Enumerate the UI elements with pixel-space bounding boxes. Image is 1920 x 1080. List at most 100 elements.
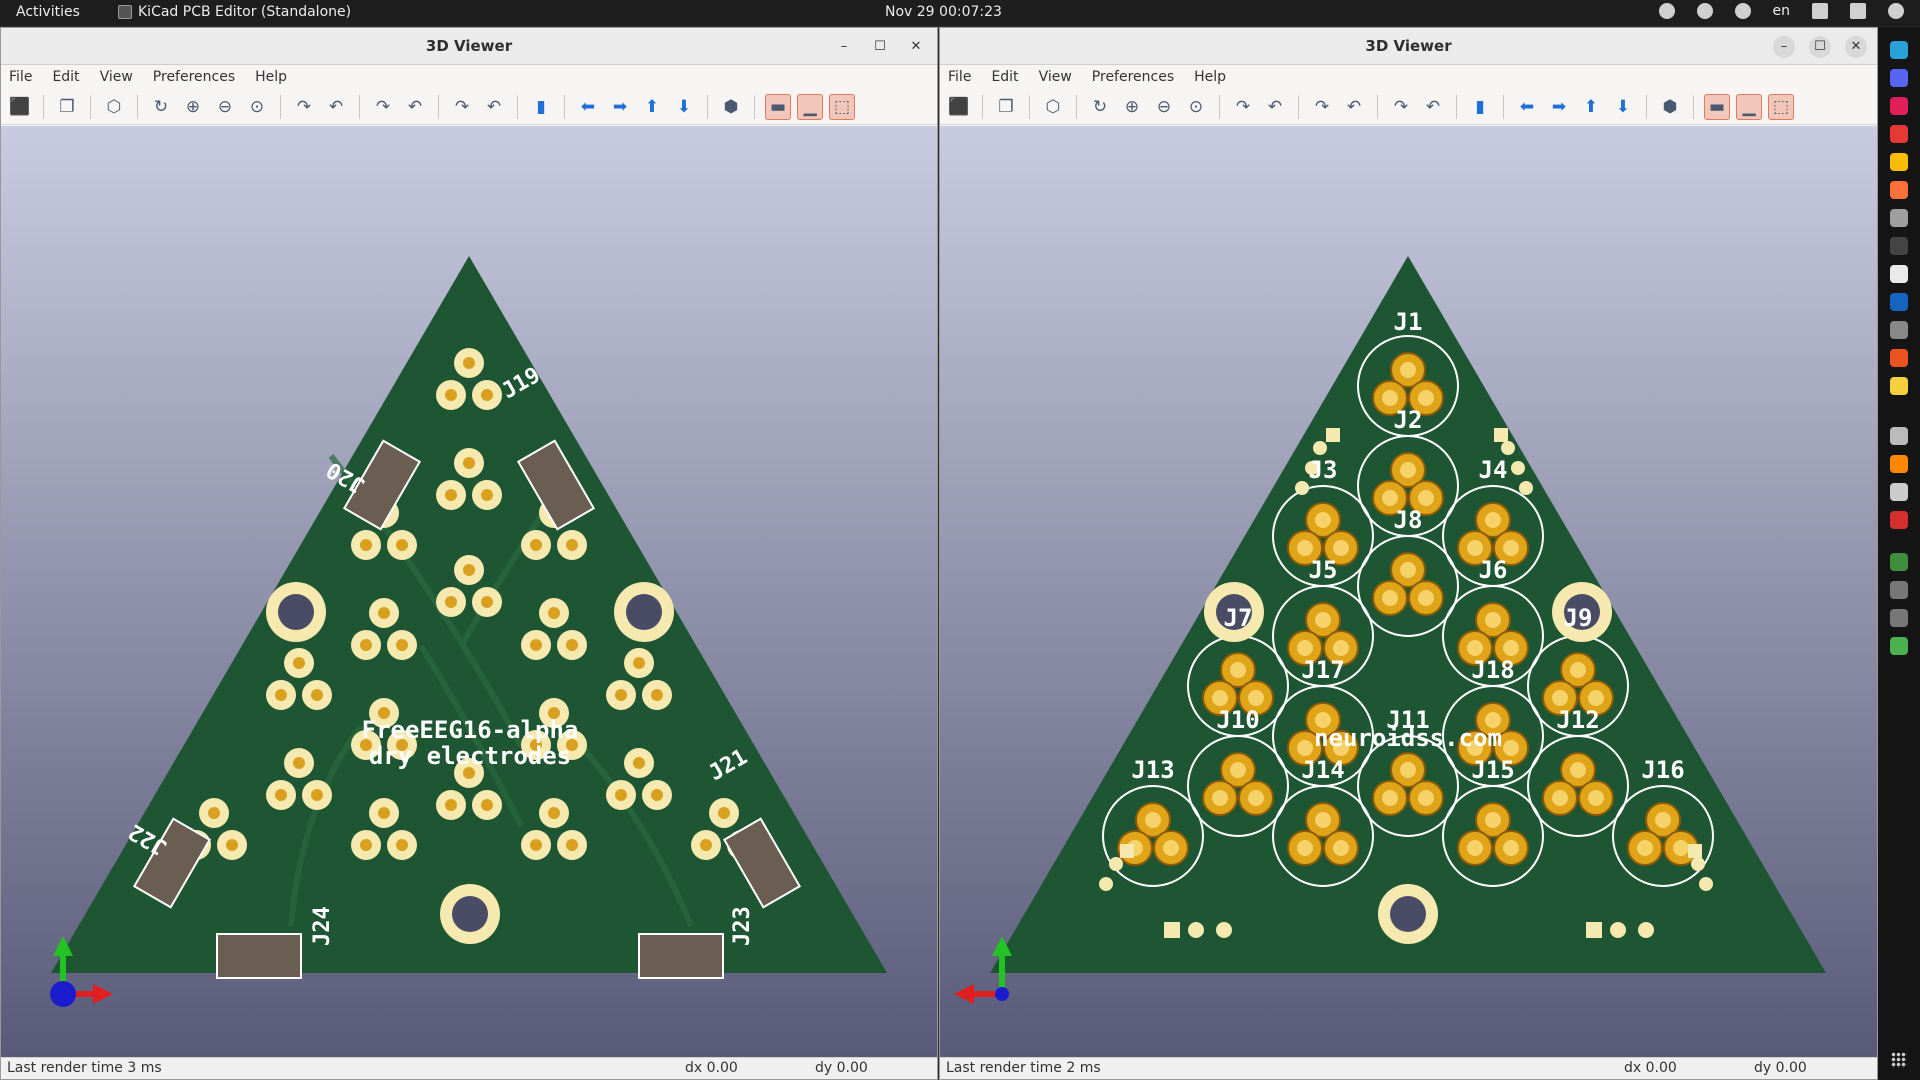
minimize-icon[interactable]: – xyxy=(833,36,855,58)
disk-icon[interactable] xyxy=(1890,483,1908,501)
3d-viewport[interactable]: J1 J2 J3 J4 J8 J5 J6 J7 J9 J17 J18 J10 J11 J12 J13 J14 J… xyxy=(940,126,1877,1059)
menu-file[interactable]: File xyxy=(948,69,971,85)
ortho-icon[interactable]: ⬢ xyxy=(1657,94,1683,120)
menu-view[interactable]: View xyxy=(100,69,133,85)
zoom-in-icon[interactable]: ⊕ xyxy=(1119,94,1145,120)
rotate-z-ccw-icon[interactable]: ↶ xyxy=(1420,94,1446,120)
show-apps-icon[interactable] xyxy=(1891,1052,1907,1068)
menu-help[interactable]: Help xyxy=(1194,69,1226,85)
render-realistic-icon[interactable]: ▬ xyxy=(765,93,791,120)
files-icon[interactable] xyxy=(1890,209,1908,227)
refresh-icon[interactable]: ↻ xyxy=(1087,94,1113,120)
language-indicator[interactable]: en xyxy=(1773,3,1791,19)
minimize-icon[interactable]: – xyxy=(1773,35,1795,58)
settings-icon[interactable] xyxy=(1890,321,1908,339)
rotate-z-cw-icon[interactable]: ↷ xyxy=(1388,94,1414,120)
copy-icon[interactable]: ❐ xyxy=(54,94,80,120)
maximize-icon[interactable]: ☐ xyxy=(869,36,891,58)
menu-preferences[interactable]: Preferences xyxy=(1092,69,1174,85)
trash-icon[interactable] xyxy=(1890,637,1908,655)
terminal-icon[interactable] xyxy=(1890,237,1908,255)
electrode-label: J16 xyxy=(1641,756,1684,784)
zoom-in-icon[interactable]: ⊕ xyxy=(180,94,206,120)
rotate-x-ccw-icon[interactable]: ↶ xyxy=(1262,94,1288,120)
window-icon[interactable] xyxy=(1890,609,1908,627)
clock[interactable]: Nov 29 00:07:23 xyxy=(885,4,1002,20)
browser-tray-icon[interactable] xyxy=(1734,3,1751,19)
move-down-icon[interactable]: ⬇ xyxy=(671,94,697,120)
telegram-icon[interactable] xyxy=(1890,41,1908,59)
pcbnew-active-icon[interactable] xyxy=(1890,553,1908,571)
export-icon[interactable]: ⬛ xyxy=(7,94,33,120)
electrode-pad-center xyxy=(481,489,493,501)
calculator-icon[interactable] xyxy=(1890,427,1908,445)
rotate-y-cw-icon[interactable]: ↷ xyxy=(370,94,396,120)
rotate-y-ccw-icon[interactable]: ↶ xyxy=(1341,94,1367,120)
firefox-icon[interactable] xyxy=(1890,181,1908,199)
render-bbox-icon[interactable]: ⬚ xyxy=(829,93,855,120)
chrome-icon[interactable] xyxy=(1890,153,1908,171)
menu-edit[interactable]: Edit xyxy=(991,69,1018,85)
zoom-fit-icon[interactable]: ⊙ xyxy=(1183,94,1209,120)
flip-board-icon[interactable]: ▮ xyxy=(528,94,554,120)
slack-icon[interactable] xyxy=(1890,97,1908,115)
move-up-icon[interactable]: ⬆ xyxy=(639,94,665,120)
window-title-bar[interactable]: 3D Viewer – ☐ ✕ xyxy=(1,28,937,65)
app-menu[interactable]: KiCad PCB Editor (Standalone) xyxy=(118,4,351,20)
3d-box-icon[interactable]: ⬡ xyxy=(101,94,127,120)
move-up-icon[interactable]: ⬆ xyxy=(1578,94,1604,120)
text-editor-icon[interactable] xyxy=(1890,265,1908,283)
rotate-x-cw-icon[interactable]: ↷ xyxy=(1230,94,1256,120)
zoom-fit-icon[interactable]: ⊙ xyxy=(244,94,270,120)
3d-box-icon[interactable]: ⬡ xyxy=(1040,94,1066,120)
ortho-icon[interactable]: ⬢ xyxy=(718,94,744,120)
discord-icon[interactable] xyxy=(1890,69,1908,87)
render-bbox-icon[interactable]: ⬚ xyxy=(1768,93,1794,120)
move-right-icon[interactable]: ➡ xyxy=(1546,94,1572,120)
window-title-bar[interactable]: 3D Viewer – ☐ ✕ xyxy=(940,28,1877,65)
menu-file[interactable]: File xyxy=(9,69,32,85)
rotate-x-cw-icon[interactable]: ↷ xyxy=(291,94,317,120)
rotate-y-cw-icon[interactable]: ↷ xyxy=(1309,94,1335,120)
menu-preferences[interactable]: Preferences xyxy=(153,69,235,85)
export-icon[interactable]: ⬛ xyxy=(946,94,972,120)
volume-icon[interactable] xyxy=(1850,3,1866,19)
rotate-y-ccw-icon[interactable]: ↶ xyxy=(402,94,428,120)
refresh-icon[interactable]: ↻ xyxy=(148,94,174,120)
rotate-x-ccw-icon[interactable]: ↶ xyxy=(323,94,349,120)
network-icon[interactable] xyxy=(1812,3,1828,19)
move-left-icon[interactable]: ⬅ xyxy=(1514,94,1540,120)
yandex-icon[interactable] xyxy=(1890,125,1908,143)
close-icon[interactable]: ✕ xyxy=(1845,35,1867,58)
slack-icon[interactable] xyxy=(1696,3,1713,19)
discord-icon[interactable] xyxy=(1658,3,1675,19)
render-realistic-icon[interactable]: ▬ xyxy=(1704,93,1730,120)
gimp-icon[interactable] xyxy=(1890,377,1908,395)
close-icon[interactable]: ✕ xyxy=(905,36,927,58)
move-left-icon[interactable]: ⬅ xyxy=(575,94,601,120)
zoom-out-icon[interactable]: ⊖ xyxy=(212,94,238,120)
electrode-label: J6 xyxy=(1479,556,1508,584)
activities-button[interactable]: Activities xyxy=(16,4,80,20)
flip-board-icon[interactable]: ▮ xyxy=(1467,94,1493,120)
zoom-out-icon[interactable]: ⊖ xyxy=(1151,94,1177,120)
window-icon[interactable] xyxy=(1890,581,1908,599)
menu-help[interactable]: Help xyxy=(255,69,287,85)
3d-viewport[interactable]: FreeEEG16-alpha dry electrodes J19 J20 J… xyxy=(1,126,937,1059)
menu-view[interactable]: View xyxy=(1039,69,1072,85)
render-opengl-icon[interactable]: ▁ xyxy=(797,93,823,120)
menu-edit[interactable]: Edit xyxy=(52,69,79,85)
vlc-icon[interactable] xyxy=(1890,455,1908,473)
rotate-z-cw-icon[interactable]: ↷ xyxy=(449,94,475,120)
electrode-pad-center xyxy=(378,807,390,819)
kicad-icon[interactable] xyxy=(1890,293,1908,311)
software-icon[interactable] xyxy=(1890,349,1908,367)
move-down-icon[interactable]: ⬇ xyxy=(1610,94,1636,120)
power-icon[interactable] xyxy=(1888,3,1904,19)
pdf-icon[interactable] xyxy=(1890,511,1908,529)
render-opengl-icon[interactable]: ▁ xyxy=(1736,93,1762,120)
rotate-z-ccw-icon[interactable]: ↶ xyxy=(481,94,507,120)
move-right-icon[interactable]: ➡ xyxy=(607,94,633,120)
copy-icon[interactable]: ❐ xyxy=(993,94,1019,120)
maximize-icon[interactable]: ☐ xyxy=(1809,35,1831,58)
